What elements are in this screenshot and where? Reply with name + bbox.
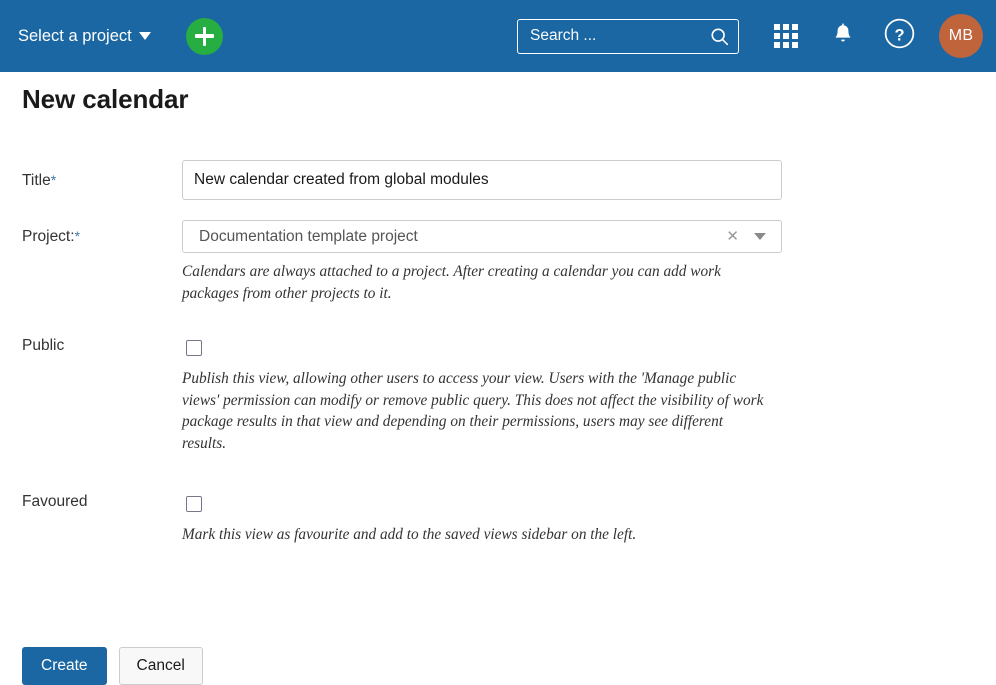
project-select[interactable]: Documentation template project ✕ (182, 220, 782, 253)
content-area: New calendar Title* Project:* Documentat… (0, 72, 996, 685)
required-marker: * (50, 172, 57, 188)
create-button[interactable]: Create (22, 647, 107, 685)
favoured-control: Mark this view as favourite and add to t… (182, 493, 767, 546)
avatar[interactable]: MB (939, 14, 983, 58)
form-actions: Create Cancel (22, 647, 203, 685)
svg-text:?: ? (894, 26, 904, 44)
favoured-checkbox[interactable] (186, 496, 202, 512)
favoured-help-text: Mark this view as favourite and add to t… (182, 526, 637, 543)
chevron-down-icon (138, 32, 151, 40)
plus-icon-vertical (202, 26, 206, 46)
close-x-icon[interactable]: ✕ (720, 229, 745, 244)
title-label: Title* (22, 172, 57, 189)
project-select-value: Documentation template project (199, 227, 418, 245)
project-help-text: Calendars are always attached to a proje… (182, 263, 721, 302)
add-new-button[interactable] (185, 17, 223, 55)
top-header-bar: Select a project Search ... ? MB (0, 0, 996, 72)
modules-menu-button[interactable] (771, 21, 801, 51)
required-marker: * (74, 228, 81, 244)
favoured-label: Favoured (22, 493, 88, 510)
header-right-group: Search ... ? MB (517, 0, 996, 72)
project-selector-label: Select a project (18, 26, 132, 45)
project-label: Project:* (22, 228, 81, 245)
search-icon[interactable] (710, 27, 729, 46)
avatar-initials: MB (948, 27, 974, 44)
search-input[interactable]: Search ... (530, 28, 710, 44)
title-input[interactable] (182, 160, 782, 200)
cancel-button[interactable]: Cancel (118, 647, 203, 685)
chevron-down-icon[interactable] (754, 233, 766, 240)
help-button[interactable]: ? (883, 18, 915, 54)
question-mark-circle-icon: ? (884, 18, 915, 54)
title-control (182, 160, 782, 200)
project-control: Documentation template project ✕ Calenda… (182, 220, 782, 304)
global-search[interactable]: Search ... (517, 18, 739, 54)
public-help-text: Publish this view, allowing other users … (182, 370, 764, 452)
public-label: Public (22, 337, 65, 354)
public-control: Publish this view, allowing other users … (182, 337, 767, 454)
project-selector-button[interactable]: Select a project (16, 23, 153, 50)
bell-icon (833, 22, 853, 50)
grid-icon (774, 24, 798, 48)
page-title: New calendar (22, 84, 189, 114)
notifications-button[interactable] (829, 21, 857, 51)
public-checkbox[interactable] (186, 340, 202, 356)
